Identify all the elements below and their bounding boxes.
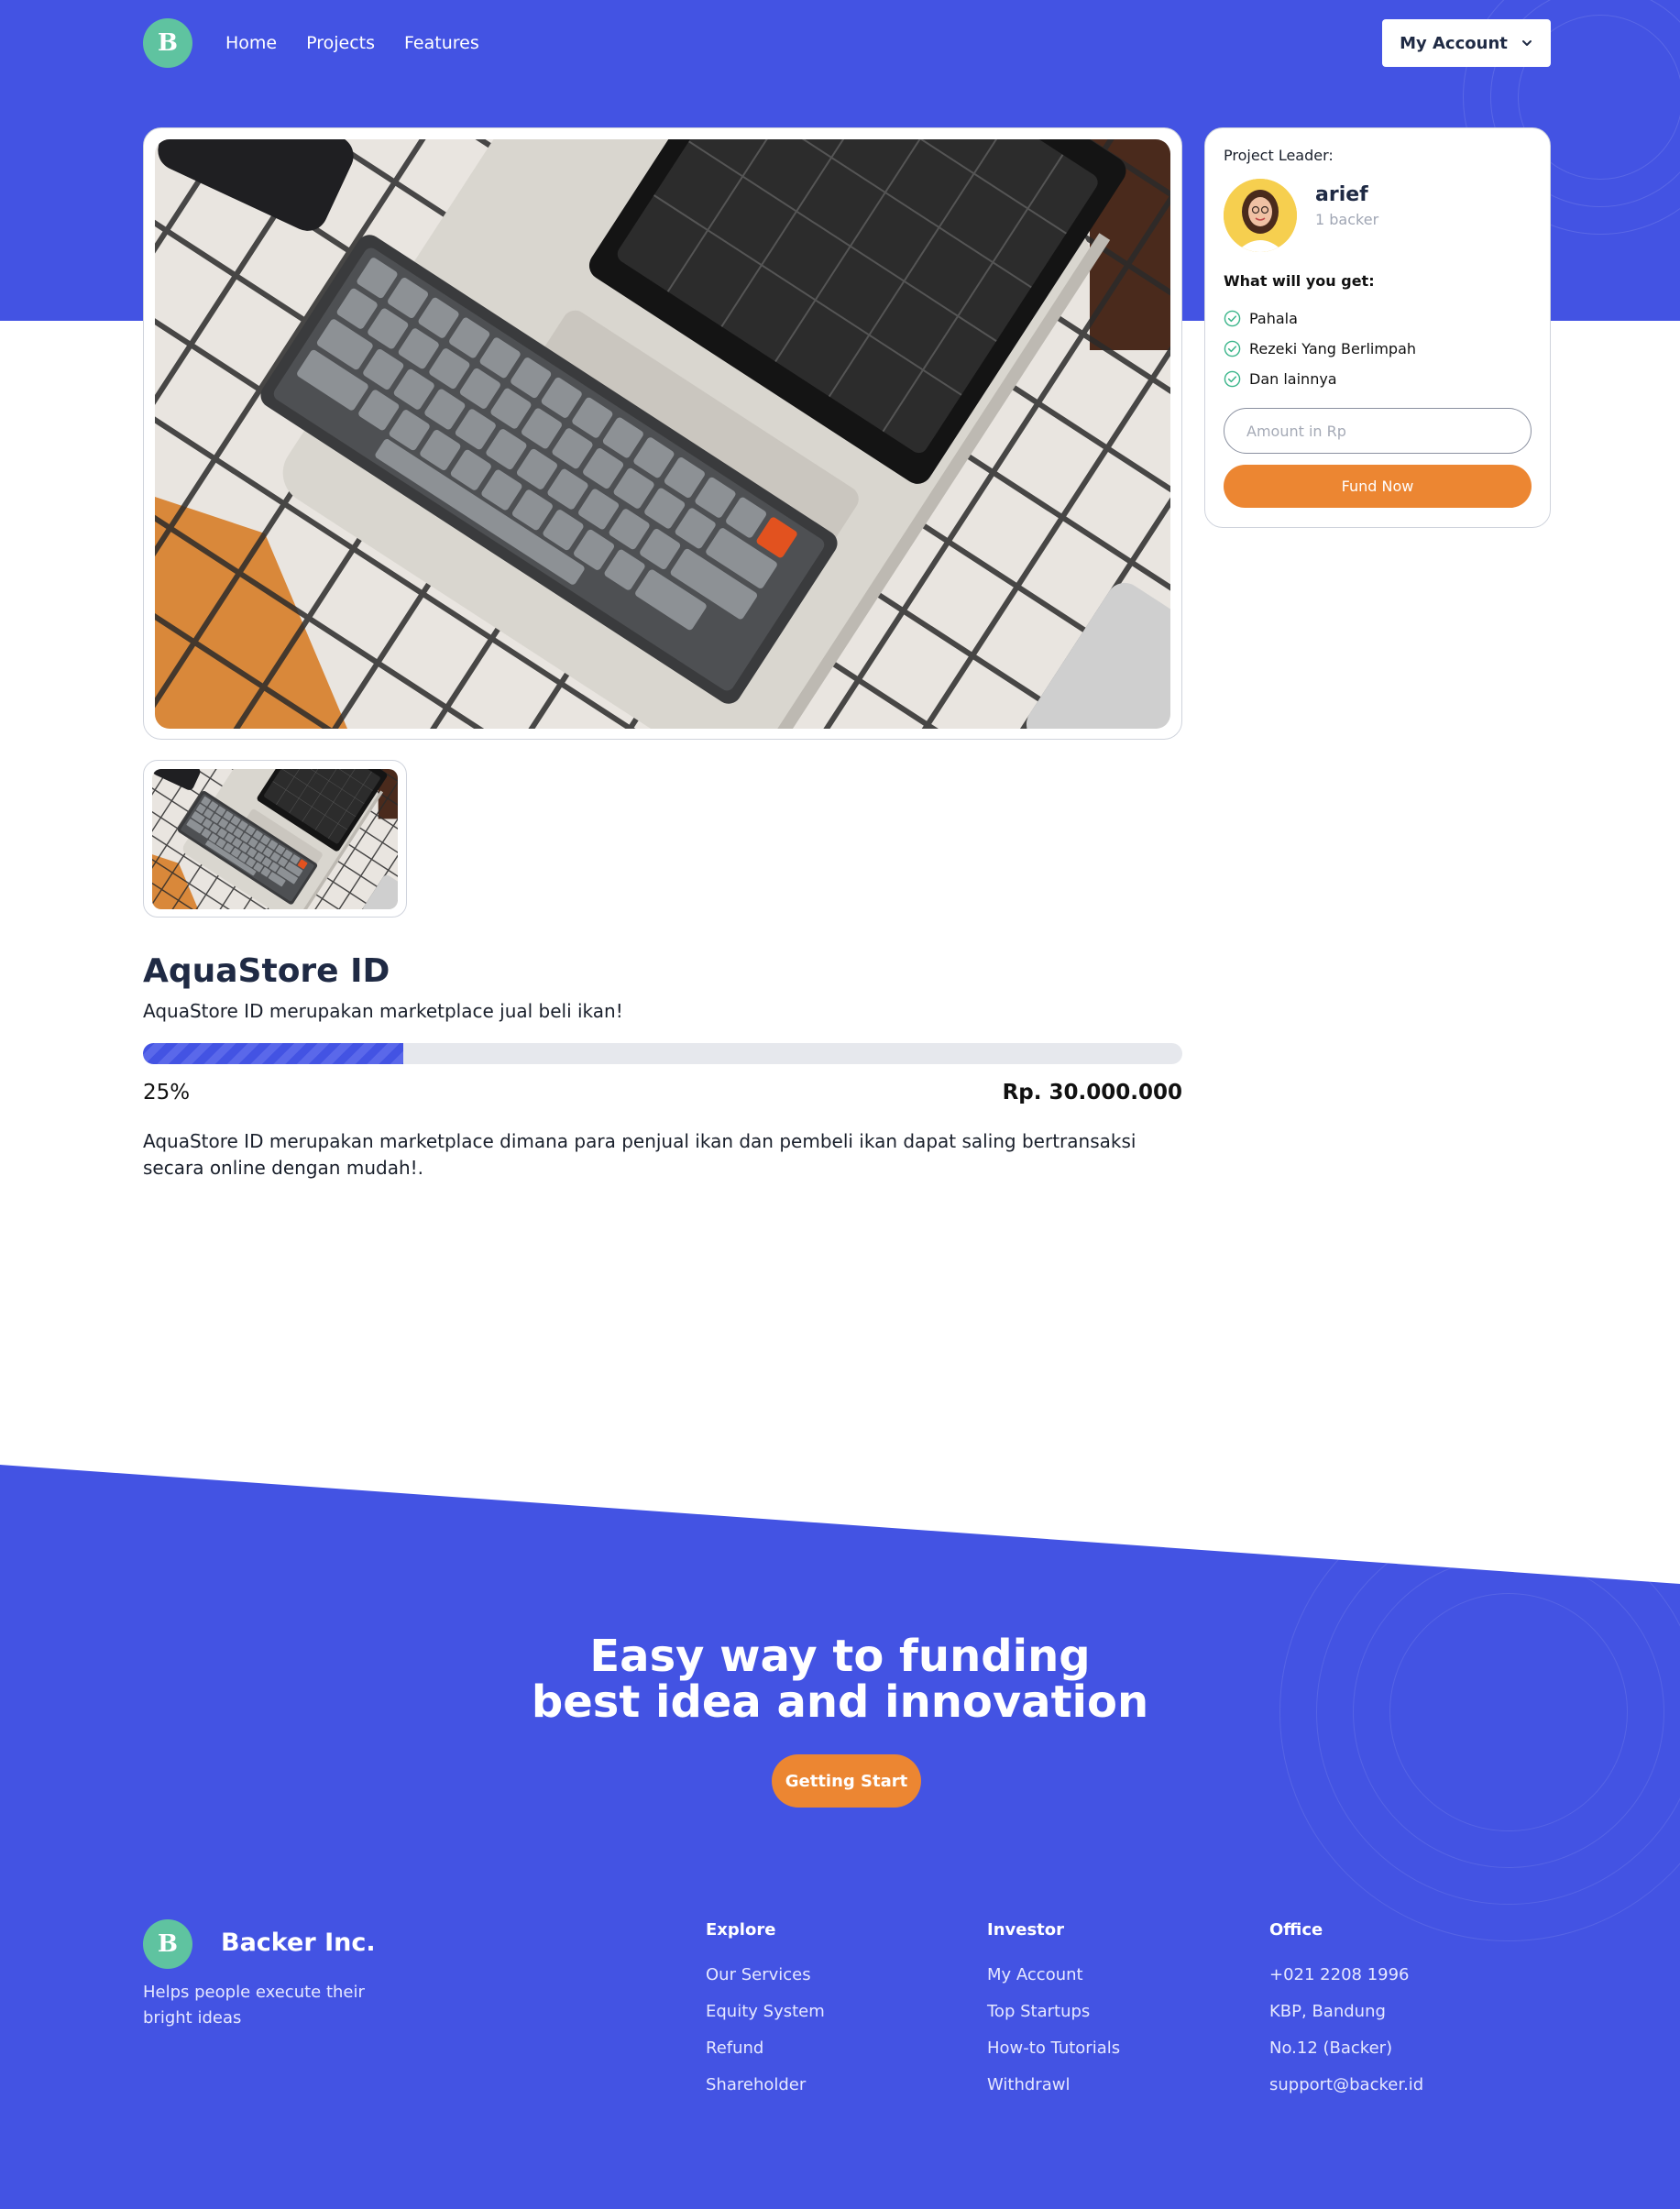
footer-logo-icon[interactable]: B bbox=[143, 1919, 192, 1969]
project-short-description: AquaStore ID merupakan marketplace jual … bbox=[143, 1000, 623, 1022]
rewards-list: Pahala Rezeki Yang Berlimpah Dan lainnya bbox=[1224, 303, 1416, 394]
project-leader-label: Project Leader: bbox=[1224, 147, 1334, 164]
footer-column-title: Investor bbox=[987, 1920, 1065, 1940]
footer-link[interactable]: Shareholder bbox=[706, 2075, 825, 2112]
footer-link[interactable]: My Account bbox=[987, 1965, 1120, 2002]
cta-heading-line-1: Easy way to funding bbox=[589, 1631, 1091, 1682]
check-circle-icon bbox=[1224, 340, 1241, 357]
cta-heading-line-2: best idea and innovation bbox=[531, 1676, 1149, 1728]
footer-column-title: Office bbox=[1269, 1920, 1323, 1940]
funding-progress-fill bbox=[143, 1043, 403, 1064]
logo-icon[interactable]: B bbox=[143, 18, 192, 68]
reward-label: Pahala bbox=[1249, 310, 1298, 327]
my-account-button[interactable]: My Account bbox=[1382, 19, 1551, 67]
footer-link[interactable]: Our Services bbox=[706, 1965, 825, 2002]
progress-percentage: 25% bbox=[143, 1081, 191, 1104]
reward-item: Dan lainnya bbox=[1224, 364, 1416, 394]
project-title: AquaStore ID bbox=[143, 952, 390, 990]
footer-link[interactable]: Withdrawl bbox=[987, 2075, 1120, 2112]
getting-start-button[interactable]: Getting Start bbox=[772, 1754, 921, 1808]
funding-sidebar: Project Leader: arief 1 backer What will… bbox=[1204, 127, 1551, 528]
footer-brand-name: Backer Inc. bbox=[221, 1929, 376, 1957]
footer-column-title: Explore bbox=[706, 1920, 776, 1940]
check-circle-icon bbox=[1224, 310, 1241, 327]
footer-link[interactable]: Top Startups bbox=[987, 2002, 1120, 2039]
footer-column-explore: Explore Our Services Equity System Refun… bbox=[706, 1920, 825, 2112]
funding-progress-bar bbox=[143, 1043, 1182, 1064]
footer-link[interactable]: Equity System bbox=[706, 2002, 825, 2039]
footer-contact[interactable]: support@backer.id bbox=[1269, 2075, 1423, 2112]
footer-link[interactable]: How-to Tutorials bbox=[987, 2039, 1120, 2075]
keyboard-laptop-thumbnail bbox=[152, 769, 398, 909]
nav-links: Home Projects Features bbox=[225, 18, 479, 68]
avatar bbox=[1224, 179, 1297, 252]
check-circle-icon bbox=[1224, 370, 1241, 388]
project-thumbnail bbox=[152, 769, 398, 909]
top-navigation: B Home Projects Features My Account bbox=[143, 18, 1551, 68]
footer-background bbox=[0, 1465, 1680, 2209]
project-description: AquaStore ID merupakan marketplace diman… bbox=[143, 1130, 1136, 1179]
nav-link-projects[interactable]: Projects bbox=[306, 33, 375, 53]
reward-label: Dan lainnya bbox=[1249, 370, 1337, 388]
footer-column-office: Office +021 2208 1996 KBP, Bandung No.12… bbox=[1269, 1920, 1423, 2112]
footer-contact: +021 2208 1996 bbox=[1269, 1965, 1410, 1984]
reward-label: Rezeki Yang Berlimpah bbox=[1249, 340, 1417, 357]
user-avatar-image bbox=[1224, 179, 1297, 252]
funding-goal: Rp. 30.000.000 bbox=[1002, 1081, 1182, 1104]
amount-input[interactable] bbox=[1224, 408, 1532, 454]
main-image-card bbox=[143, 127, 1182, 740]
thumbnail-card[interactable] bbox=[143, 760, 407, 918]
footer-link[interactable]: Refund bbox=[706, 2039, 825, 2075]
footer-tagline: Helps people execute their bright ideas bbox=[143, 1983, 365, 2028]
leader-name: arief bbox=[1315, 183, 1368, 206]
chevron-down-icon bbox=[1521, 40, 1532, 46]
footer-contact: KBP, Bandung bbox=[1269, 2002, 1386, 2021]
reward-item: Rezeki Yang Berlimpah bbox=[1224, 334, 1416, 364]
rewards-title: What will you get: bbox=[1224, 272, 1375, 290]
keyboard-laptop-photo bbox=[155, 139, 1170, 729]
fund-now-button[interactable]: Fund Now bbox=[1224, 465, 1532, 508]
nav-link-home[interactable]: Home bbox=[225, 33, 277, 53]
reward-item: Pahala bbox=[1224, 303, 1416, 334]
project-main-image[interactable] bbox=[155, 139, 1170, 729]
footer-column-investor: Investor My Account Top Startups How-to … bbox=[987, 1920, 1120, 2112]
my-account-label: My Account bbox=[1400, 33, 1508, 53]
footer-contact: No.12 (Backer) bbox=[1269, 2039, 1393, 2058]
cta-heading: Easy way to funding best idea and innova… bbox=[0, 1633, 1680, 1725]
leader-backer-count: 1 backer bbox=[1315, 211, 1379, 228]
nav-link-features[interactable]: Features bbox=[404, 33, 479, 53]
